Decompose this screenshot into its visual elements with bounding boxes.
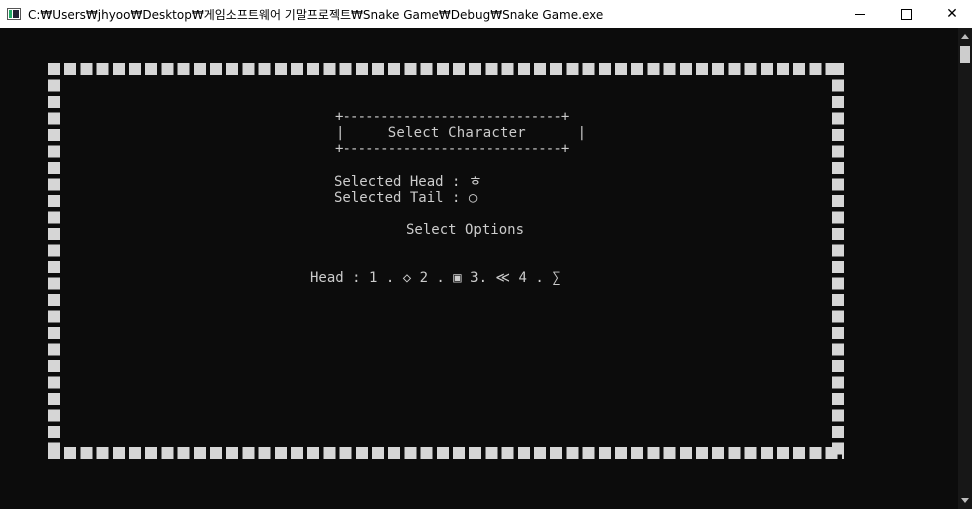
select-options-heading: Select Options xyxy=(406,222,525,238)
minimize-icon xyxy=(855,13,865,15)
scroll-down-icon[interactable] xyxy=(961,498,969,503)
head-options-list: Head : 1 . ◇ 2 . ▣ 3. ≪ 4 . ∑ xyxy=(310,270,561,286)
selected-tail-label: Selected Tail : ○ xyxy=(334,190,478,206)
vertical-scrollbar[interactable] xyxy=(958,28,972,509)
title-bar[interactable]: C:₩Users₩jhyoo₩Desktop₩게임소프트웨어 기말프로젝트₩Sn… xyxy=(0,0,972,28)
scroll-thumb[interactable] xyxy=(960,46,970,63)
console-app-icon[interactable] xyxy=(7,8,21,20)
menu-box-bottom: +-----------------------------+ xyxy=(335,141,569,157)
minimize-button[interactable] xyxy=(837,0,883,28)
window-title: C:₩Users₩jhyoo₩Desktop₩게임소프트웨어 기말프로젝트₩Sn… xyxy=(28,8,604,22)
menu-box-title: | Select Character | xyxy=(336,125,587,141)
maximize-button[interactable] xyxy=(883,0,929,28)
game-border-right xyxy=(832,63,844,459)
maximize-icon xyxy=(900,8,912,20)
menu-box-top: +-----------------------------+ xyxy=(335,109,569,125)
game-border-bottom xyxy=(48,447,844,459)
close-button[interactable]: ✕ xyxy=(929,0,972,28)
game-border-top xyxy=(48,63,844,75)
selected-head-label: Selected Head : ㅎ xyxy=(334,174,482,190)
scroll-up-icon[interactable] xyxy=(961,34,969,39)
console-output[interactable] xyxy=(0,28,958,509)
game-border-left xyxy=(48,63,60,459)
close-icon: ✕ xyxy=(946,6,958,22)
